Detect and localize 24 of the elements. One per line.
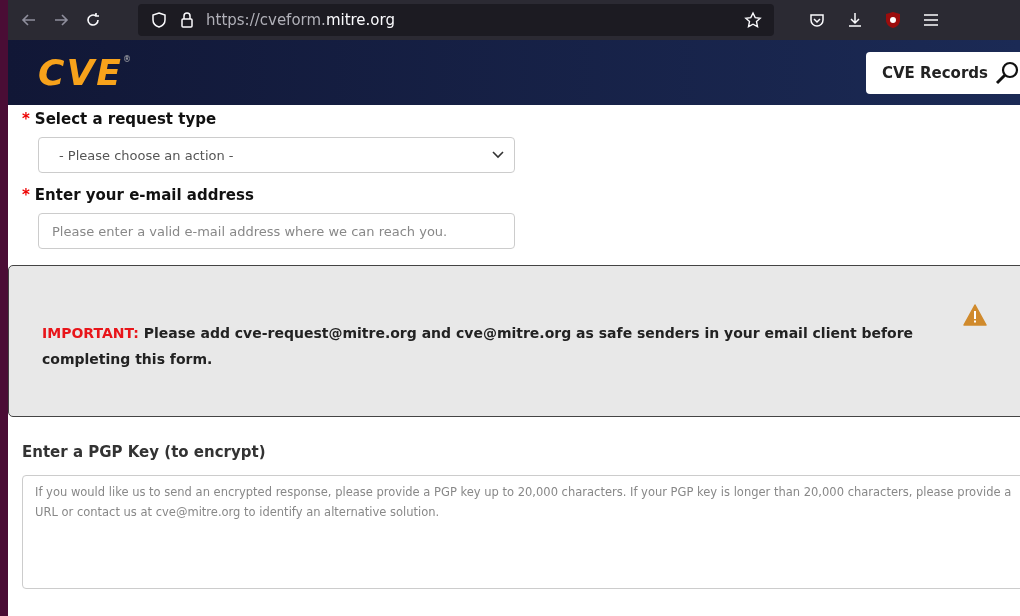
menu-icon[interactable] [922, 11, 940, 29]
field-label: Select a request type [34, 110, 217, 128]
pgp-key-label: Enter a PGP Key (to encrypt) [22, 443, 267, 461]
download-icon[interactable] [846, 11, 864, 29]
lock-icon [178, 11, 196, 29]
warning-icon [963, 304, 987, 326]
cve-records-button[interactable]: CVE Records [865, 51, 1020, 94]
shield-icon[interactable] [150, 11, 168, 29]
cve-logo[interactable]: CVE® [38, 54, 131, 91]
email-field[interactable]: Please enter a valid e-mail address where we can reach you. [38, 213, 515, 249]
required-mark: * [22, 110, 30, 128]
url-text: https://cveform.mitre.org [206, 11, 396, 29]
address-bar[interactable]: https://cveform.mitre.org [138, 4, 774, 36]
caret-icon [492, 151, 504, 159]
field-label: Enter your e-mail address [34, 186, 254, 204]
pgp-key-field[interactable]: If you would like us to send an encrypted response, please provide a PGP key up to 20,000 characters. If your PGP key is longer than 20,000 characters, please provide a URL or contact us at cve@mitre.org to identify an alternative solution. [22, 475, 1020, 589]
notice-text: IMPORTANT: Please add cve-request@mitre.org and cve@mitre.org as safe senders in your email client before completing this form. [42, 324, 915, 369]
required-mark: * [22, 186, 30, 204]
request-type-dropdown[interactable]: - Please choose an action - [38, 137, 515, 173]
reload-icon[interactable] [84, 11, 102, 29]
search-icon [994, 59, 1020, 86]
shield-icon[interactable] [884, 11, 902, 29]
pocket-icon[interactable] [808, 11, 826, 29]
star-icon[interactable] [744, 11, 762, 29]
